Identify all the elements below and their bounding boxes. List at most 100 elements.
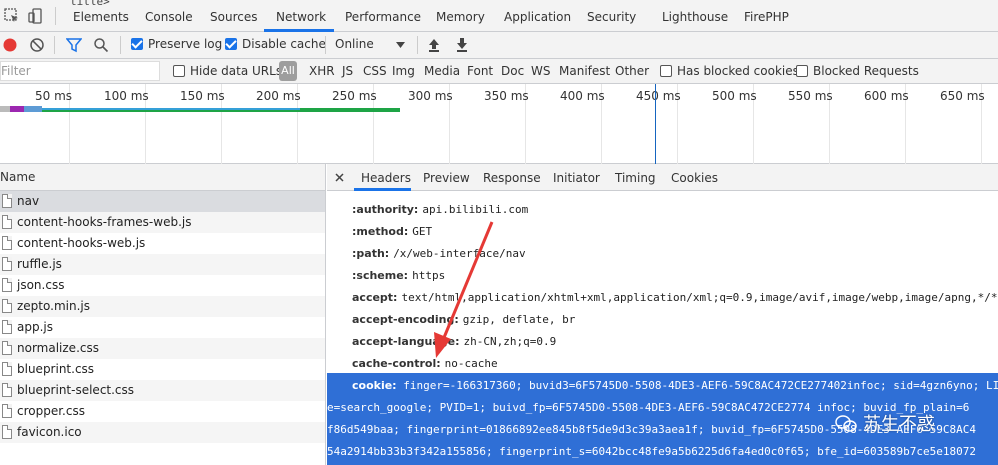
filter-type-ws[interactable]: WS — [531, 64, 550, 78]
tab-application[interactable]: Application — [504, 10, 571, 24]
waterfall-bar — [0, 108, 300, 110]
filter-type-manifest[interactable]: Manifest — [559, 64, 610, 78]
timeline-tick-label: 200 ms — [256, 89, 301, 103]
list-item[interactable]: cropper.css — [0, 401, 325, 422]
list-item[interactable]: nav — [0, 191, 325, 212]
close-icon[interactable] — [335, 173, 344, 182]
list-item[interactable]: zepto.min.js — [0, 296, 325, 317]
file-icon — [2, 257, 12, 271]
header-value: no-cache — [444, 357, 498, 370]
search-icon[interactable] — [93, 37, 109, 53]
list-item[interactable]: json.css — [0, 275, 325, 296]
tab-network[interactable]: Network — [276, 10, 326, 24]
filter-type-img[interactable]: Img — [392, 64, 415, 78]
tab-headers[interactable]: Headers — [361, 171, 411, 185]
tab-lighthouse[interactable]: Lighthouse — [662, 10, 728, 24]
list-item[interactable]: blueprint-select.css — [0, 380, 325, 401]
toolbar-divider — [417, 36, 418, 54]
tab-timing[interactable]: Timing — [615, 171, 656, 185]
has-blocked-cookies-label: Has blocked cookies — [677, 64, 799, 78]
clear-icon[interactable] — [29, 37, 45, 53]
cookie-line: cookie: finger=-166317360; buvid3=6F5745… — [352, 375, 998, 397]
cookie-value: finger=-166317360; buvid3=6F5745D0-5508-… — [403, 379, 998, 392]
blocked-requests-checkbox[interactable]: Blocked Requests — [796, 64, 919, 78]
header-row: :path:/x/web-interface/nav — [352, 243, 526, 265]
file-name: zepto.min.js — [17, 299, 90, 313]
toolbar-divider — [55, 7, 56, 25]
tab-initiator[interactable]: Initiator — [553, 171, 600, 185]
header-name: :scheme: — [352, 269, 409, 282]
file-icon — [2, 425, 12, 439]
filter-all-button[interactable]: All — [279, 61, 297, 81]
file-icon — [2, 236, 12, 250]
filter-type-media[interactable]: Media — [424, 64, 460, 78]
header-row: :scheme: https — [352, 265, 445, 287]
preserve-log-checkbox[interactable]: Preserve log — [131, 37, 222, 51]
filter-bar: Filter Hide data URLs All XHR JS CSS Img… — [0, 59, 998, 84]
list-item[interactable]: normalize.css — [0, 338, 325, 359]
filter-type-xhr[interactable]: XHR — [309, 64, 335, 78]
inspect-element-icon[interactable] — [4, 8, 20, 24]
timeline-overview[interactable]: 50 ms 100 ms 150 ms 200 ms 250 ms 300 ms… — [0, 84, 998, 164]
filter-type-font[interactable]: Font — [467, 64, 493, 78]
list-item[interactable]: content-hooks-frames-web.js — [0, 212, 325, 233]
file-name: blueprint.css — [17, 362, 95, 376]
file-name: blueprint-select.css — [17, 383, 135, 397]
filter-type-other[interactable]: Other — [615, 64, 649, 78]
tab-console[interactable]: Console — [145, 10, 193, 24]
waterfall-bar — [24, 106, 42, 112]
record-icon[interactable] — [2, 37, 18, 53]
list-item[interactable]: ruffle.js — [0, 254, 325, 275]
tab-security[interactable]: Security — [587, 10, 636, 24]
tab-cookies[interactable]: Cookies — [671, 171, 718, 185]
header-value: https — [412, 269, 446, 282]
checkbox-unchecked-icon — [796, 65, 808, 77]
header-name: accept-encoding: — [352, 313, 459, 326]
header-name: :path: — [352, 247, 390, 260]
import-har-icon[interactable] — [427, 37, 441, 53]
disable-cache-checkbox[interactable]: Disable cache — [225, 37, 326, 51]
toolbar-divider — [120, 36, 121, 54]
file-icon — [2, 299, 12, 313]
has-blocked-cookies-checkbox[interactable]: Has blocked cookies — [660, 64, 799, 78]
file-name: favicon.ico — [17, 425, 82, 439]
network-toolbar: Preserve log Disable cache Online — [0, 32, 998, 59]
filter-input[interactable]: Filter — [0, 61, 160, 81]
tab-memory[interactable]: Memory — [436, 10, 485, 24]
hide-data-urls-checkbox[interactable]: Hide data URLs — [173, 64, 282, 78]
list-item[interactable]: app.js — [0, 317, 325, 338]
detail-tab-bar: Headers Preview Response Initiator Timin… — [327, 164, 998, 191]
filter-type-css[interactable]: CSS — [363, 64, 387, 78]
tab-performance[interactable]: Performance — [345, 10, 421, 24]
toolbar-divider — [54, 36, 55, 54]
file-name: nav — [17, 194, 40, 208]
tab-response[interactable]: Response — [483, 171, 541, 185]
tab-preview[interactable]: Preview — [423, 171, 470, 185]
filter-type-js[interactable]: JS — [342, 64, 353, 78]
checkbox-unchecked-icon — [173, 65, 185, 77]
name-column-header[interactable]: Name — [0, 164, 325, 191]
watermark: 苏生不惑 — [835, 410, 935, 436]
timeline-tick-label: 100 ms — [104, 89, 149, 103]
export-har-icon[interactable] — [455, 37, 469, 53]
list-item[interactable]: content-hooks-web.js — [0, 233, 325, 254]
header-name: cache-control: — [352, 357, 441, 370]
tab-elements[interactable]: Elements — [73, 10, 129, 24]
waterfall-bar — [10, 106, 24, 112]
tab-firephp[interactable]: FirePHP — [744, 10, 789, 24]
timeline-tick-label: 450 ms — [636, 89, 681, 103]
device-toolbar-icon[interactable] — [28, 8, 44, 24]
file-icon — [2, 362, 12, 376]
filter-icon[interactable] — [66, 37, 82, 53]
list-item[interactable]: favicon.ico — [0, 422, 325, 443]
tab-sources[interactable]: Sources — [210, 10, 257, 24]
checkbox-checked-icon — [131, 38, 143, 50]
list-item[interactable]: blueprint.css — [0, 359, 325, 380]
filter-type-doc[interactable]: Doc — [501, 64, 524, 78]
throttling-select[interactable]: Online — [335, 37, 374, 51]
header-row: accept: text/html,application/xhtml+xml,a… — [352, 287, 998, 309]
header-value: GET — [412, 225, 433, 238]
toolbar-divider — [325, 36, 326, 54]
timeline-waterfall — [0, 106, 400, 112]
file-name: content-hooks-web.js — [17, 236, 146, 250]
